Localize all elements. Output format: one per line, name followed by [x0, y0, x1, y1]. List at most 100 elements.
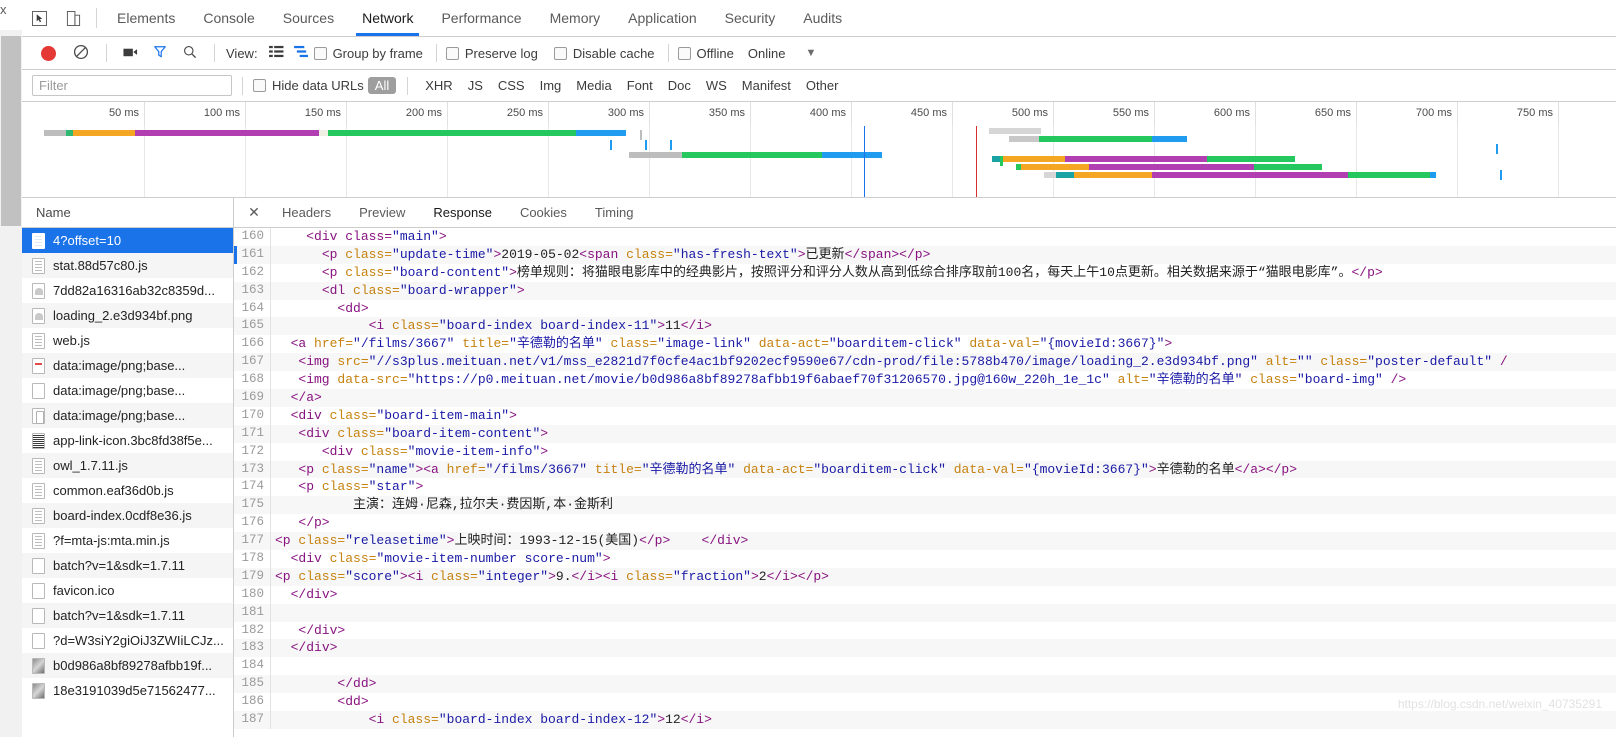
tab-label: Network — [362, 10, 414, 26]
waterfall-view-icon[interactable] — [293, 45, 309, 61]
network-overview[interactable]: 50 ms 100 ms 150 ms 200 ms 250 ms 300 ms 350 m… — [22, 102, 1616, 198]
request-row[interactable]: common.eaf36d0b.js — [22, 478, 233, 503]
search-icon[interactable] — [183, 45, 197, 62]
code-line: 170 <div class="board-item-main"> — [234, 406, 1616, 425]
record-button[interactable] — [41, 45, 56, 61]
request-row[interactable]: ?d=W3siY2giOiJ3ZWIiLCJz... — [22, 628, 233, 653]
capture-screenshots-icon[interactable] — [123, 46, 138, 61]
tab-application[interactable]: Application — [614, 0, 711, 36]
overview-request-bar — [629, 152, 682, 158]
request-row[interactable]: data:image/png;base... — [22, 378, 233, 403]
overview-gridline — [952, 126, 953, 197]
filter-type-doc[interactable]: Doc — [661, 77, 698, 94]
code-line: 165 <i class="board-index board-index-11… — [234, 317, 1616, 336]
tab-label: Security — [724, 10, 776, 26]
img-file-icon — [32, 307, 45, 324]
code-line: 161 <p class="update-time">2019-05-02<sp… — [234, 245, 1616, 264]
checkbox-box[interactable] — [313, 46, 327, 60]
request-name: board-index.0cdf8e36.js — [53, 508, 192, 523]
filter-type-manifest[interactable]: Manifest — [735, 77, 798, 94]
timeline-ruler: 50 ms 100 ms 150 ms 200 ms 250 ms 300 ms 350 m… — [44, 102, 1616, 126]
request-row[interactable]: data:image/png;base... — [22, 403, 233, 428]
filter-type-other[interactable]: Other — [799, 77, 846, 94]
detail-tab-label: Timing — [594, 204, 634, 220]
ruler-tick: 550 ms — [1054, 102, 1155, 126]
overview-request-bar — [1009, 136, 1039, 142]
toolbar-divider — [106, 44, 107, 62]
tab-sources[interactable]: Sources — [269, 0, 348, 36]
request-row[interactable]: favicon.ico — [22, 578, 233, 603]
filter-input[interactable] — [32, 75, 232, 96]
tab-cookies[interactable]: Cookies — [506, 198, 581, 228]
request-row[interactable]: 7dd82a16316ab32c8359d... — [22, 278, 233, 303]
request-row[interactable]: b0d986a8bf89278afbb19f... — [22, 653, 233, 678]
tab-security[interactable]: Security — [711, 0, 790, 36]
offline-checkbox[interactable]: Offline — [677, 46, 734, 61]
request-row[interactable]: batch?v=1&sdk=1.7.11 — [22, 553, 233, 578]
request-row[interactable]: loading_2.e3d934bf.png — [22, 303, 233, 328]
checkbox-box[interactable] — [553, 46, 567, 60]
request-row[interactable]: app-link-icon.3bc8fd38f5e... — [22, 428, 233, 453]
tab-timing[interactable]: Timing — [581, 198, 648, 228]
group-by-frame-checkbox[interactable]: Group by frame — [313, 46, 423, 61]
request-row[interactable]: board-index.0cdf8e36.js — [22, 503, 233, 528]
request-row[interactable]: 4?offset=10 — [22, 228, 233, 253]
tab-response[interactable]: Response — [419, 198, 506, 228]
request-row[interactable]: owl_1.7.11.js — [22, 453, 233, 478]
filter-icon[interactable] — [153, 45, 167, 62]
inspect-element-icon[interactable] — [22, 0, 56, 36]
scrollbar-thumb[interactable] — [1, 36, 21, 226]
filter-type-ws[interactable]: WS — [699, 77, 734, 94]
hide-data-urls-checkbox[interactable]: Hide data URLs — [253, 78, 364, 93]
disable-cache-checkbox[interactable]: Disable cache — [553, 45, 655, 61]
filter-type-xhr[interactable]: XHR — [418, 77, 459, 94]
request-row[interactable]: ?f=mta-js:mta.min.js — [22, 528, 233, 553]
request-list-header[interactable]: Name — [22, 198, 233, 228]
img-file-icon — [32, 282, 45, 299]
filter-type-font[interactable]: Font — [620, 77, 660, 94]
chevron-down-icon[interactable]: ▼ — [805, 47, 816, 59]
overview-request-bar — [319, 130, 328, 136]
filter-type-label: Manifest — [741, 78, 791, 93]
filter-type-media[interactable]: Media — [569, 77, 618, 94]
filter-type-css[interactable]: CSS — [491, 77, 532, 94]
tab-audits[interactable]: Audits — [789, 0, 856, 36]
overview-request-bar — [610, 140, 612, 150]
tab-headers[interactable]: Headers — [268, 198, 345, 228]
request-row[interactable]: stat.88d57c80.js — [22, 253, 233, 278]
checkbox-box[interactable] — [253, 79, 266, 92]
tab-preview[interactable]: Preview — [345, 198, 419, 228]
response-code-viewer[interactable]: 160 <div class="main"> 161 <p class="upda… — [234, 228, 1616, 737]
tab-elements[interactable]: Elements — [103, 0, 189, 36]
close-icon[interactable]: ✕ — [240, 204, 268, 221]
page-scrollbar-gutter[interactable]: x — [0, 0, 22, 737]
throttling-selected-value[interactable]: Online — [748, 46, 786, 61]
filter-type-js[interactable]: JS — [461, 77, 490, 94]
tab-memory[interactable]: Memory — [536, 0, 615, 36]
clear-button[interactable] — [73, 44, 89, 63]
tab-performance[interactable]: Performance — [427, 0, 535, 36]
request-row[interactable]: web.js — [22, 328, 233, 353]
filter-type-img[interactable]: Img — [533, 77, 569, 94]
disable-cache-label: Disable cache — [572, 45, 655, 61]
preserve-log-checkbox[interactable]: Preserve log — [445, 46, 538, 61]
request-row[interactable]: data:image/png;base... — [22, 353, 233, 378]
line-number: 176 — [241, 515, 264, 530]
code-text: <div class="main"> — [306, 229, 447, 244]
list-view-icon[interactable] — [268, 45, 284, 61]
tab-network[interactable]: Network — [348, 0, 427, 36]
tab-console[interactable]: Console — [189, 0, 268, 36]
code-line: 164 <dd> — [234, 299, 1616, 318]
code-line: 183 </div> — [234, 639, 1616, 658]
filter-type-all[interactable]: All — [367, 77, 397, 94]
code-line: 184 — [234, 657, 1616, 676]
ruler-tick: 350 ms — [650, 102, 751, 126]
line-number: 182 — [241, 622, 264, 637]
detail-tabbar: ✕ Headers Preview Response Cookies Timin… — [234, 198, 1616, 228]
request-row[interactable]: 18e3191039d5e71562477... — [22, 678, 233, 703]
request-row[interactable]: batch?v=1&sdk=1.7.11 — [22, 603, 233, 628]
checkbox-box[interactable] — [677, 46, 691, 60]
toggle-device-toolbar-icon[interactable] — [56, 0, 90, 36]
checkbox-box[interactable] — [445, 46, 459, 60]
toolbar-divider — [435, 44, 437, 62]
